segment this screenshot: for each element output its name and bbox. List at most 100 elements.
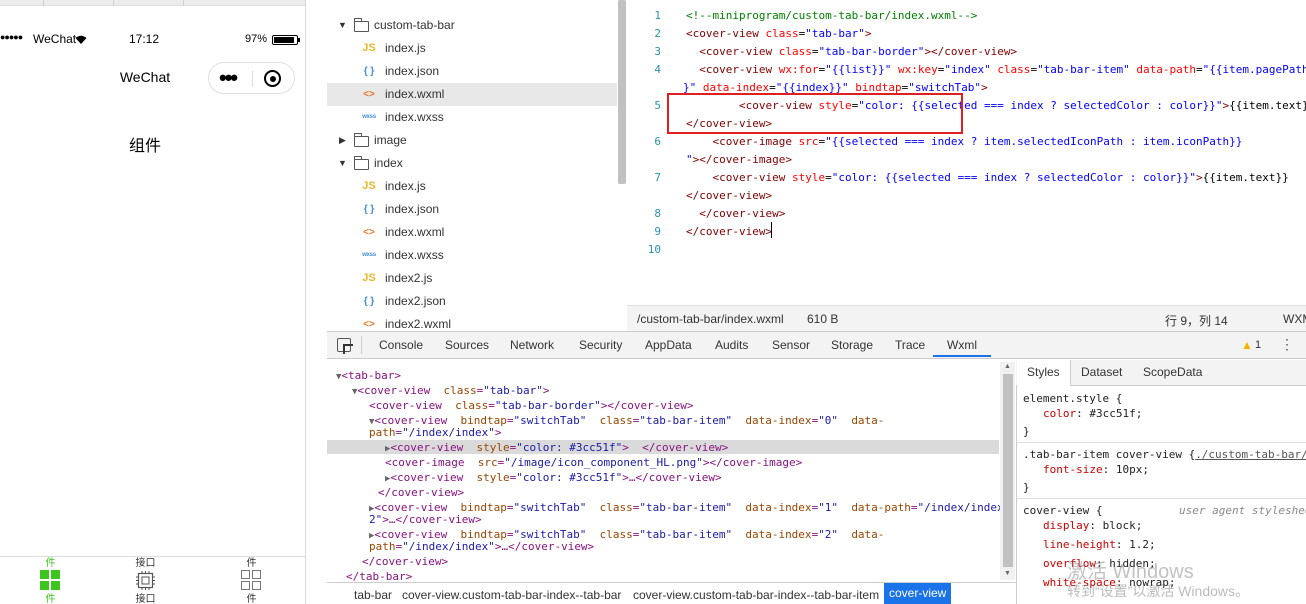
wxml-node[interactable]: ▶<cover-view style="color: #3cc51f">…</c… — [385, 471, 722, 486]
wxml-node[interactable]: </tab-bar> — [346, 570, 412, 582]
style-rule-divider — [1017, 442, 1306, 443]
warning-icon[interactable]: ▲ — [1241, 338, 1253, 352]
tree-folder-custom-tab-bar[interactable]: ▼ custom-tab-bar — [327, 14, 617, 37]
tab-trace[interactable]: Trace — [895, 338, 925, 352]
tree-file[interactable]: wxss index.wxss — [327, 106, 617, 129]
file-tree-scrollbar[interactable] — [618, 0, 626, 184]
breadcrumb-item[interactable]: tab-bar — [354, 588, 392, 602]
tab-sensor[interactable]: Sensor — [772, 338, 810, 352]
tree-file[interactable]: <> index2.wxml — [327, 313, 617, 331]
wxml-node[interactable]: </cover-view> — [378, 486, 464, 499]
tab-storage[interactable]: Storage — [831, 338, 873, 352]
tab-styles[interactable]: Styles — [1027, 365, 1060, 379]
tree-folder-image[interactable]: ▶ image — [327, 129, 617, 152]
tree-file[interactable]: JS index.js — [327, 37, 617, 60]
wxml-node[interactable]: </cover-view> — [362, 555, 448, 568]
tab-audits[interactable]: Audits — [715, 338, 748, 352]
style-declaration[interactable]: color: #3cc51f; — [1043, 407, 1142, 420]
file-size: 610 B — [807, 312, 839, 326]
windows-activation-hint: 转到“设置”以激活 Windows。 — [1067, 583, 1250, 599]
line-number: 1 — [654, 9, 661, 22]
more-vertical-icon[interactable]: ⋮ — [1280, 336, 1294, 353]
style-selector: .tab-bar-item cover-view {./custom-tab-b… — [1023, 448, 1306, 461]
more-icon[interactable]: ••• — [219, 67, 238, 89]
tree-item-label: index.js — [385, 41, 426, 55]
wxml-node-selected[interactable]: ▶<cover-view style="color: #3cc51f"> </c… — [385, 441, 728, 456]
close-miniprogram-icon[interactable] — [264, 70, 281, 87]
breadcrumb-item[interactable]: cover-view.custom-tab-bar-index--tab-bar — [402, 588, 621, 602]
wxml-node[interactable]: path="/index/index"> — [369, 426, 501, 439]
code-line: </cover-view> — [686, 207, 786, 220]
wxml-tree[interactable]: ▼<tab-bar> ▼<cover-view class="tab-bar">… — [327, 360, 1016, 582]
chip-icon — [136, 571, 155, 590]
tree-folder-index[interactable]: ▼ index — [327, 152, 617, 175]
js-file-icon: JS — [362, 272, 376, 284]
tab-appdata[interactable]: AppData — [645, 338, 692, 352]
language-mode[interactable]: WXM — [1283, 312, 1306, 326]
tree-file-selected[interactable]: <> index.wxml — [327, 83, 617, 106]
editor-status-bar: /custom-tab-bar/index.wxml 610 B 行 9，列 1… — [627, 305, 1306, 331]
tab-console[interactable]: Console — [379, 338, 423, 352]
tree-file[interactable]: <> index.wxml — [327, 221, 617, 244]
chevron-down-icon[interactable]: ▼ — [338, 14, 347, 37]
wxss-file-icon: wxss — [362, 252, 376, 258]
signal-icon: ●●●●● — [0, 32, 23, 42]
tab-sources[interactable]: Sources — [445, 338, 489, 352]
style-declaration[interactable]: line-height: 1.2; — [1043, 538, 1156, 551]
tree-item-label: index.wxss — [385, 110, 444, 124]
scroll-up-icon[interactable]: ▲ — [1004, 363, 1011, 370]
line-number: 2 — [654, 27, 661, 40]
wxml-node[interactable]: <cover-image src="/image/icon_component_… — [385, 456, 802, 469]
tab-item-component[interactable]: 件 件 — [0, 557, 101, 604]
chevron-down-icon[interactable]: ▼ — [338, 152, 347, 175]
annotation-highlight-box — [667, 93, 963, 134]
chevron-right-icon[interactable]: ▶ — [339, 129, 346, 152]
folder-icon — [354, 18, 369, 32]
tree-item-label: index.wxml — [385, 87, 445, 101]
code-editor[interactable]: 1 2 3 4 5 6 7 8 9 10 <!--miniprogram/cus… — [627, 0, 1306, 305]
json-file-icon: { } — [363, 296, 375, 307]
tree-item-label: index.wxml — [385, 225, 445, 239]
tree-file[interactable]: wxss index.wxss — [327, 244, 617, 267]
tab-scopedata[interactable]: ScopeData — [1143, 365, 1202, 379]
breadcrumb-item[interactable]: cover-view.custom-tab-bar-index--tab-bar… — [633, 588, 879, 602]
tree-item-label: index2.json — [385, 294, 446, 308]
wxml-node[interactable]: path="/index/index">…</cover-view> — [369, 540, 594, 553]
tree-item-label: index2.wxml — [385, 317, 452, 331]
line-number: 5 — [654, 99, 661, 112]
active-tab-indicator — [933, 355, 991, 357]
tree-file[interactable]: JS index2.js — [327, 267, 617, 290]
scroll-down-icon[interactable]: ▼ — [1004, 570, 1011, 577]
style-prop: font-size — [1043, 463, 1103, 476]
tab-wxml[interactable]: Wxml — [947, 338, 977, 352]
tree-file[interactable]: JS index.js — [327, 175, 617, 198]
warning-count[interactable]: 1 — [1255, 339, 1261, 351]
wxml-node[interactable]: ▼<tab-bar> — [336, 369, 401, 384]
js-file-icon: JS — [362, 180, 376, 192]
style-source-link[interactable]: ./custom-tab-bar/ — [1195, 448, 1306, 461]
style-declaration[interactable]: font-size: 10px; — [1043, 463, 1149, 476]
wxml-node[interactable]: <cover-view class="tab-bar-border"></cov… — [369, 399, 694, 412]
tab-security[interactable]: Security — [579, 338, 622, 352]
style-declaration[interactable]: display: block; — [1043, 519, 1142, 532]
element-breadcrumb: tab-bar cover-view.custom-tab-bar-index-… — [327, 582, 1016, 604]
tab-item-api[interactable]: 接口 接口 — [95, 557, 196, 604]
js-file-icon: JS — [362, 42, 376, 54]
tree-file[interactable]: { } index2.json — [327, 290, 617, 313]
wxml-scrollbar-thumb[interactable] — [1003, 374, 1013, 567]
line-number: 3 — [654, 45, 661, 58]
tab-network[interactable]: Network — [510, 338, 554, 352]
tab-label-top: 件 — [246, 558, 257, 569]
tree-file[interactable]: { } index.json — [327, 198, 617, 221]
code-line: <cover-view wx:for="{{list}}" wx:key="in… — [686, 63, 1306, 76]
tab-label-top: 件 — [45, 558, 56, 569]
inspect-element-icon[interactable] — [337, 338, 353, 354]
breadcrumb-item-active[interactable]: cover-view — [884, 583, 952, 604]
wxml-node[interactable]: 2">…</cover-view> — [369, 513, 482, 526]
tree-file[interactable]: { } index.json — [327, 60, 617, 83]
cursor-position[interactable]: 行 9，列 14 — [1165, 312, 1228, 329]
tab-label-bottom: 件 — [246, 594, 257, 604]
wxml-node[interactable]: ▼<cover-view class="tab-bar"> — [352, 384, 550, 399]
tab-item-extended[interactable]: 件 件 — [201, 557, 302, 604]
tab-dataset[interactable]: Dataset — [1081, 365, 1122, 379]
